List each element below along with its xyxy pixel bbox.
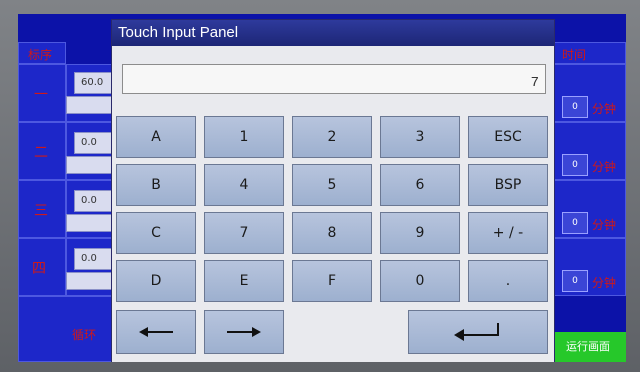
loop-label: 循环 bbox=[72, 328, 97, 342]
key-8[interactable]: 8 bbox=[292, 212, 372, 254]
setpoint-field[interactable]: 0.0 bbox=[74, 248, 114, 270]
key-9[interactable]: 9 bbox=[380, 212, 460, 254]
key-0[interactable]: 0 bbox=[380, 260, 460, 302]
setpoint-field[interactable]: 60.0 bbox=[74, 72, 114, 94]
hmi-screen: 标序 时间 一 二 三 四 60.0 0.0 0.0 0.0 循环 0 分钟 0… bbox=[18, 14, 626, 362]
key-1[interactable]: 1 bbox=[204, 116, 284, 158]
key-left[interactable] bbox=[116, 310, 196, 354]
key-esc[interactable]: ESC bbox=[468, 116, 548, 158]
key-5[interactable]: 5 bbox=[292, 164, 372, 206]
key-bsp[interactable]: BSP bbox=[468, 164, 548, 206]
stage-label: 三 bbox=[34, 203, 48, 219]
minute-field[interactable]: 0 bbox=[562, 154, 588, 176]
enter-icon bbox=[454, 323, 499, 341]
panel-title: Touch Input Panel bbox=[112, 20, 554, 46]
stage-label: 四 bbox=[32, 261, 46, 277]
minute-field[interactable]: 0 bbox=[562, 270, 588, 292]
key-enter[interactable] bbox=[408, 310, 548, 354]
value-field-blank[interactable] bbox=[66, 272, 114, 290]
key-c[interactable]: C bbox=[116, 212, 196, 254]
key-6[interactable]: 6 bbox=[380, 164, 460, 206]
key-dot[interactable]: . bbox=[468, 260, 548, 302]
minute-field[interactable]: 0 bbox=[562, 96, 588, 118]
loop-cell bbox=[18, 296, 112, 362]
value-field-blank[interactable] bbox=[66, 214, 114, 232]
setpoint-field[interactable]: 0.0 bbox=[74, 132, 114, 154]
key-b[interactable]: B bbox=[116, 164, 196, 206]
input-display[interactable]: 7 bbox=[122, 64, 546, 94]
key-right[interactable] bbox=[204, 310, 284, 354]
key-plus-minus[interactable]: + / - bbox=[468, 212, 548, 254]
arrow-right-icon bbox=[227, 327, 261, 337]
arrow-left-icon bbox=[139, 327, 173, 337]
header-left-label: 标序 bbox=[28, 48, 53, 62]
minute-field[interactable]: 0 bbox=[562, 212, 588, 234]
stage-label: 二 bbox=[34, 145, 48, 161]
key-e[interactable]: E bbox=[204, 260, 284, 302]
value-field-blank[interactable] bbox=[66, 96, 114, 114]
minute-unit: 分钟 bbox=[592, 276, 617, 290]
header-right-label: 时间 bbox=[562, 48, 587, 62]
minute-unit: 分钟 bbox=[592, 160, 617, 174]
setpoint-field[interactable]: 0.0 bbox=[74, 190, 114, 212]
minute-unit: 分钟 bbox=[592, 218, 617, 232]
run-screen-button[interactable]: 运行画面 bbox=[550, 332, 626, 362]
key-3[interactable]: 3 bbox=[380, 116, 460, 158]
key-a[interactable]: A bbox=[116, 116, 196, 158]
key-d[interactable]: D bbox=[116, 260, 196, 302]
key-7[interactable]: 7 bbox=[204, 212, 284, 254]
value-field-blank[interactable] bbox=[66, 156, 114, 174]
key-f[interactable]: F bbox=[292, 260, 372, 302]
key-2[interactable]: 2 bbox=[292, 116, 372, 158]
key-4[interactable]: 4 bbox=[204, 164, 284, 206]
stage-label: 一 bbox=[34, 87, 48, 103]
touch-input-panel: Touch Input Panel 7 A 1 2 3 ESC B 4 5 6 … bbox=[112, 20, 554, 362]
minute-unit: 分钟 bbox=[592, 102, 617, 116]
